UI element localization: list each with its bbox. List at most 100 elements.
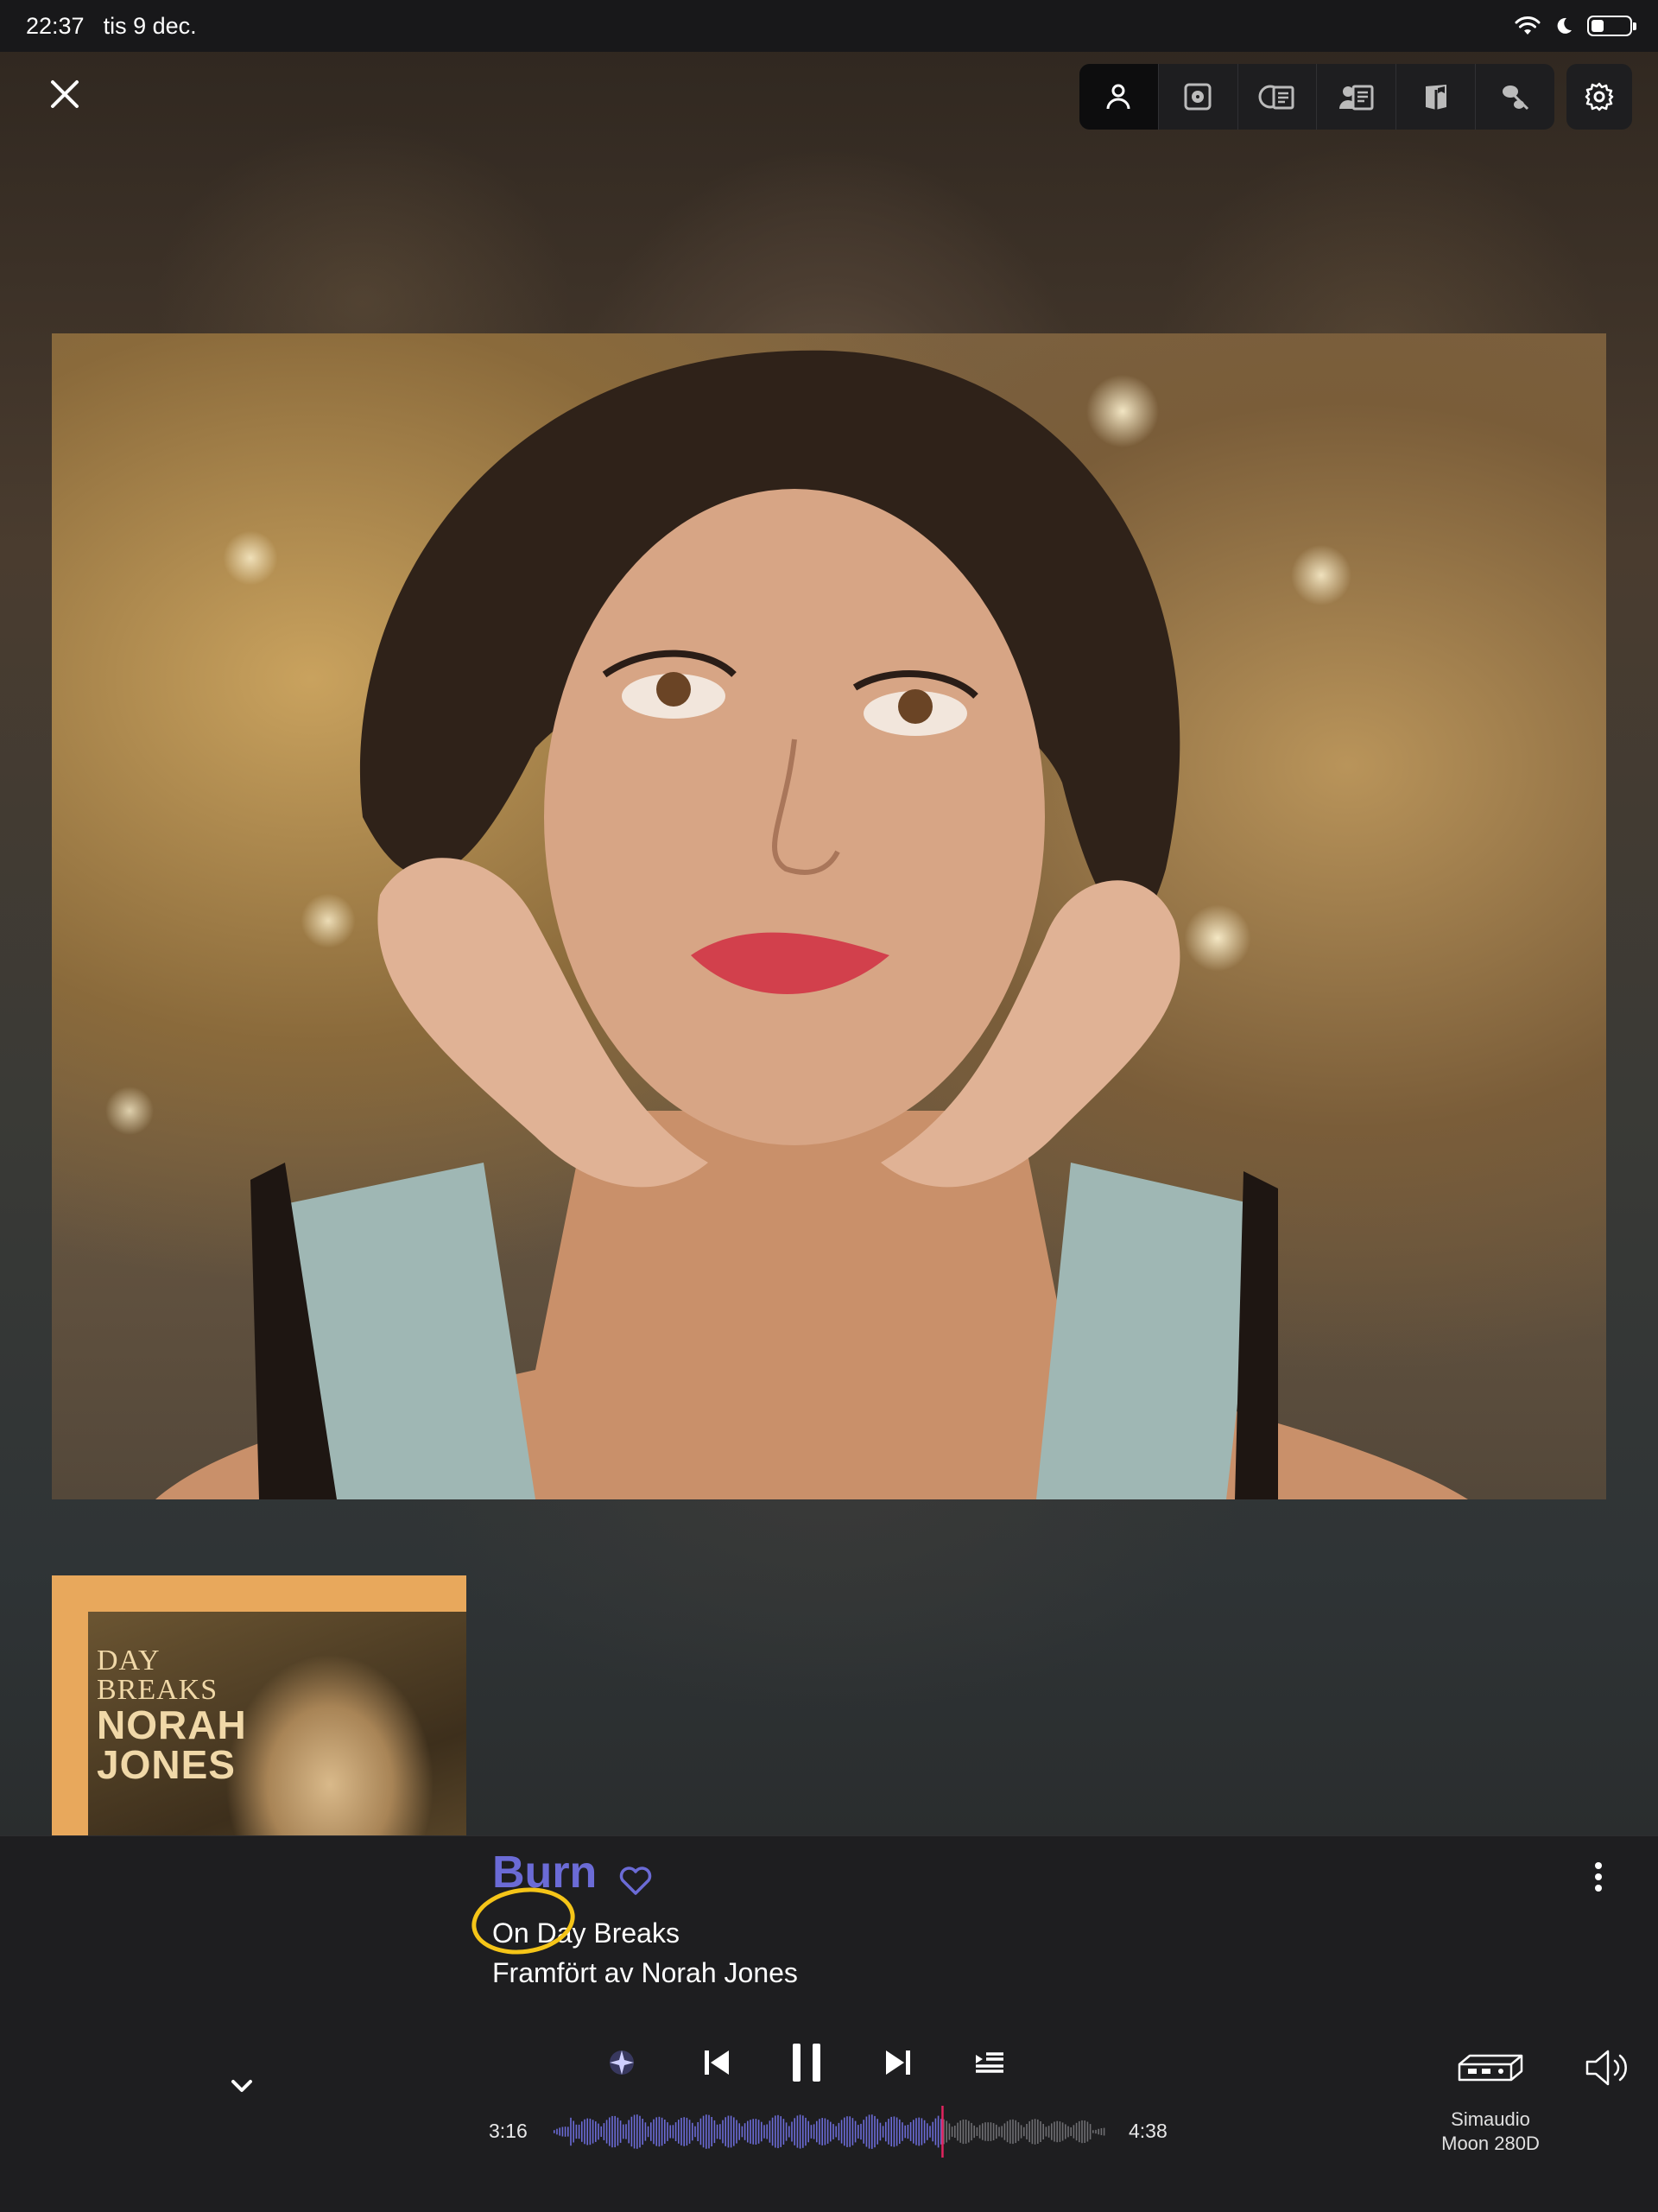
waveform-bar bbox=[794, 2118, 795, 2145]
waveform-bar bbox=[688, 2120, 691, 2144]
wifi-icon bbox=[1515, 16, 1541, 35]
waveform-bar bbox=[934, 2118, 937, 2145]
waveform-bar bbox=[902, 2122, 903, 2141]
waveform-bar bbox=[835, 2126, 837, 2138]
waveform-bar bbox=[857, 2125, 859, 2139]
waveform-bar bbox=[921, 2118, 923, 2145]
waveform-bar bbox=[592, 2120, 594, 2144]
playhead[interactable] bbox=[941, 2106, 944, 2158]
waveform-bar bbox=[1012, 2119, 1014, 2145]
waveform-bar bbox=[879, 2122, 882, 2141]
waveform-bar bbox=[761, 2121, 763, 2142]
waveform-bar bbox=[982, 2123, 984, 2140]
waveform-bar bbox=[1006, 2120, 1009, 2143]
waveform-bar bbox=[730, 2115, 732, 2148]
album-cover-title: Day Breaks Norah Jones bbox=[97, 1645, 247, 1785]
favorite-button[interactable] bbox=[618, 1866, 653, 1897]
waveform-bar bbox=[1084, 2120, 1085, 2143]
waveform-bar bbox=[895, 2117, 898, 2146]
waveform-bar bbox=[661, 2117, 663, 2146]
waveform-bar bbox=[865, 2116, 868, 2147]
album-cover-line1: Day bbox=[97, 1645, 161, 1676]
waveform-bar bbox=[747, 2120, 749, 2143]
waveform-bar bbox=[816, 2120, 818, 2143]
close-button[interactable] bbox=[41, 71, 88, 117]
waveform-bar bbox=[1001, 2126, 1003, 2138]
speaker-icon bbox=[1585, 2050, 1627, 2086]
waveform-bar bbox=[1070, 2127, 1072, 2136]
waveform-bar bbox=[832, 2124, 834, 2139]
waveform-bar bbox=[923, 2120, 926, 2144]
status-date: tis 9 dec. bbox=[103, 12, 197, 39]
waveform-bar bbox=[763, 2125, 765, 2139]
waveform-bar bbox=[752, 2119, 754, 2145]
chevron-down-icon bbox=[231, 2080, 252, 2092]
collapse-button[interactable] bbox=[223, 2069, 261, 2104]
waveform-bar bbox=[907, 2125, 909, 2139]
waveform-bar bbox=[1095, 2129, 1097, 2134]
waveform-bar bbox=[686, 2117, 688, 2146]
tab-credits[interactable] bbox=[1476, 64, 1554, 130]
previous-button[interactable] bbox=[694, 2040, 739, 2085]
waveform-bar bbox=[1059, 2121, 1061, 2142]
waveform-bar bbox=[1045, 2126, 1047, 2137]
pause-button[interactable] bbox=[784, 2040, 829, 2085]
waveform-bar bbox=[1028, 2120, 1030, 2143]
tab-album[interactable] bbox=[1159, 64, 1238, 130]
waveform-bar bbox=[559, 2127, 560, 2136]
tab-artist-info[interactable] bbox=[1317, 64, 1397, 130]
waveform-bar bbox=[741, 2126, 744, 2138]
person-icon bbox=[1106, 84, 1130, 110]
waveform-bar bbox=[1054, 2121, 1055, 2142]
settings-button[interactable] bbox=[1566, 64, 1632, 130]
waveform-bar bbox=[1040, 2121, 1041, 2142]
waveform-bar bbox=[697, 2122, 699, 2141]
amplifier-icon bbox=[1458, 2054, 1523, 2082]
waveform-bar bbox=[788, 2126, 790, 2138]
waveform-bar bbox=[713, 2120, 716, 2144]
waveform-bar bbox=[863, 2120, 864, 2144]
waveform-bar bbox=[813, 2124, 815, 2139]
waveform-bar bbox=[725, 2117, 726, 2146]
tab-artist[interactable] bbox=[1079, 64, 1159, 130]
waveform-bar bbox=[556, 2128, 558, 2135]
tab-booklet[interactable] bbox=[1396, 64, 1477, 130]
volume-button[interactable] bbox=[1584, 2047, 1634, 2088]
record-icon bbox=[1184, 83, 1212, 111]
performer-link[interactable]: Framfört av Norah Jones bbox=[492, 1957, 798, 1989]
output-device-name[interactable]: Simaudio Moon 280D bbox=[1416, 2107, 1565, 2155]
tab-album-info[interactable] bbox=[1238, 64, 1318, 130]
waveform-bar bbox=[821, 2118, 823, 2145]
close-icon bbox=[51, 80, 79, 108]
waveform-bar bbox=[757, 2120, 760, 2144]
next-button[interactable] bbox=[876, 2040, 921, 2085]
radio-button[interactable] bbox=[599, 2040, 644, 2085]
waveform-bar bbox=[844, 2117, 845, 2146]
view-toolbar bbox=[1079, 64, 1554, 130]
waveform-bar bbox=[1100, 2128, 1103, 2135]
waveform-seekbar[interactable] bbox=[553, 2104, 1105, 2159]
book-icon bbox=[1425, 85, 1446, 110]
queue-button[interactable] bbox=[967, 2040, 1012, 2085]
waveform-bar bbox=[1020, 2125, 1022, 2139]
waveform-bar bbox=[609, 2117, 611, 2146]
waveform-bar bbox=[838, 2122, 840, 2141]
waveform-bar bbox=[586, 2118, 588, 2145]
output-device-button[interactable] bbox=[1456, 2049, 1525, 2087]
skip-forward-icon bbox=[886, 2050, 910, 2075]
waveform-bar bbox=[918, 2117, 920, 2146]
waveform-bar bbox=[692, 2122, 693, 2141]
waveform-bar bbox=[1031, 2119, 1034, 2145]
waveform-bar bbox=[600, 2126, 602, 2137]
waveform-bar bbox=[1089, 2124, 1092, 2139]
waveform-bar bbox=[603, 2123, 605, 2140]
waveform-bar bbox=[796, 2115, 799, 2148]
waveform-bar bbox=[996, 2124, 997, 2139]
waveform-bar bbox=[777, 2114, 779, 2149]
waveform-bar bbox=[802, 2115, 804, 2148]
dot bbox=[1595, 1862, 1602, 1869]
waveform-bar bbox=[791, 2121, 793, 2142]
more-options-button[interactable] bbox=[1585, 1857, 1611, 1897]
waveform-bar bbox=[630, 2116, 633, 2147]
waveform-bar bbox=[570, 2117, 572, 2146]
